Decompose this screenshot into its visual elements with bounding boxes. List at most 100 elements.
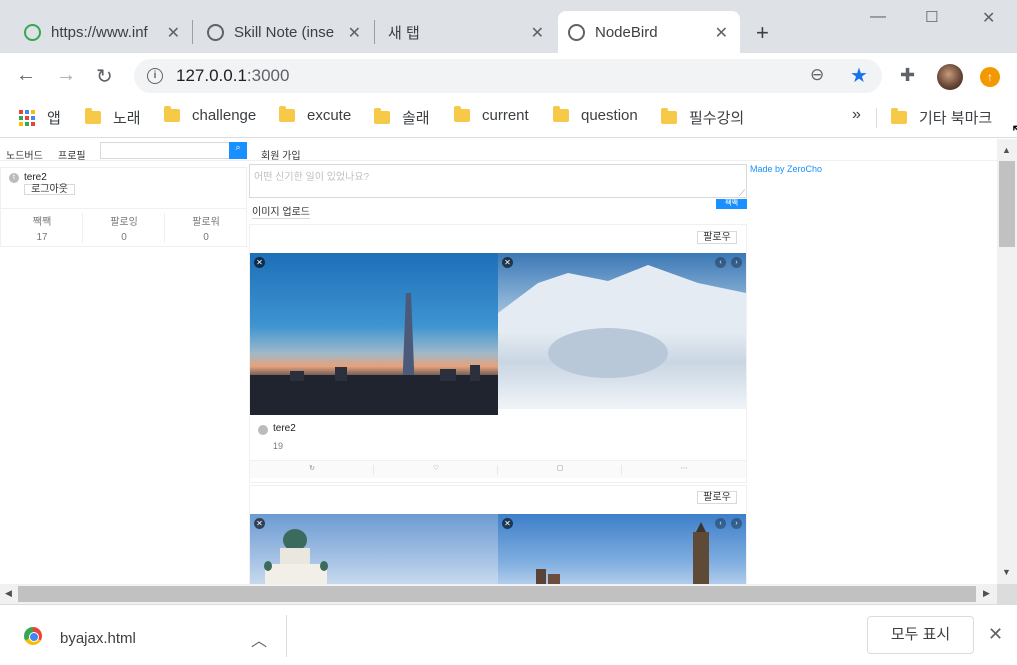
stat-label: 짹짹 xyxy=(32,217,52,228)
scrollbar-thumb[interactable] xyxy=(999,161,1015,247)
menu-item-signup[interactable]: 회원 가입 xyxy=(261,147,301,162)
stat-tweets: 짹짹 17 xyxy=(1,209,83,247)
chevron-up-icon[interactable]: ︿ xyxy=(251,627,267,651)
search-input[interactable] xyxy=(100,142,230,159)
follow-button[interactable]: 팔로우 xyxy=(697,231,737,244)
bookmark-folder[interactable]: challenge xyxy=(164,106,256,124)
search-icon[interactable]: ⌕ xyxy=(229,142,247,159)
download-shelf: byajax.html ︿ 모두 표시 ✕ xyxy=(0,604,1017,665)
post-textarea[interactable]: 어떤 신기한 일이 있었나요? xyxy=(249,164,747,198)
stat-label: 팔로워 xyxy=(192,217,220,228)
cathedral-illustration xyxy=(264,529,328,584)
url-text[interactable]: 127.0.0.1:3000 xyxy=(176,66,289,86)
tab-separator xyxy=(192,20,193,44)
bookmark-apps[interactable]: 앱 xyxy=(19,107,61,128)
chevron-left-icon[interactable]: ‹ xyxy=(715,518,726,529)
forward-arrow-icon[interactable]: → xyxy=(56,64,76,87)
bookmark-star-icon[interactable]: ★ xyxy=(850,63,868,88)
maximize-icon[interactable]: ☐ xyxy=(925,8,938,26)
address-bar[interactable]: i 127.0.0.1:3000 ⊖ ★ xyxy=(134,59,882,93)
snow-mountain-illustration xyxy=(498,265,746,378)
scroll-right-arrow-icon[interactable]: ▶ xyxy=(983,588,990,599)
chrome-file-icon xyxy=(24,627,42,645)
extensions-puzzle-icon[interactable]: ✚ xyxy=(900,65,915,86)
logout-button[interactable]: 로그아웃 xyxy=(24,184,75,195)
show-all-button[interactable]: 모두 표시 xyxy=(867,616,974,654)
image-close-icon[interactable]: ✕ xyxy=(254,518,265,529)
close-icon[interactable]: ✕ xyxy=(167,23,180,43)
bookmark-folder[interactable]: 필수강의 xyxy=(661,107,744,128)
minimize-icon[interactable]: — xyxy=(870,8,886,26)
post-image[interactable]: ✕ xyxy=(250,253,498,415)
download-file-name[interactable]: byajax.html xyxy=(60,630,136,647)
follow-button[interactable]: 팔로우 xyxy=(697,491,737,504)
horizontal-scrollbar[interactable]: ◀ ▶ xyxy=(0,584,997,604)
scroll-down-arrow-icon[interactable]: ▼ xyxy=(1002,567,1011,577)
bookmark-folder[interactable]: current xyxy=(454,106,529,124)
image-close-icon[interactable]: ✕ xyxy=(254,257,265,268)
bookmarks-separator xyxy=(876,108,877,128)
new-tab-plus-icon[interactable]: + xyxy=(756,20,769,46)
info-icon[interactable]: i xyxy=(147,68,163,84)
close-icon[interactable]: ✕ xyxy=(988,624,1003,645)
ellipsis-icon[interactable]: ⋯ xyxy=(622,464,746,472)
bookmark-other[interactable]: 기타 북마크 xyxy=(891,107,992,128)
profile-avatar[interactable] xyxy=(937,64,963,90)
post-image[interactable]: ✕ ‹ › xyxy=(498,514,746,584)
retweet-icon[interactable]: ↻ xyxy=(250,464,374,472)
tab-inflearn[interactable]: https://www.inf ✕ xyxy=(14,11,192,53)
made-by-link[interactable]: Made by ZeroCho xyxy=(750,164,822,174)
bookmark-folder[interactable]: question xyxy=(553,106,638,124)
post-content: 19 xyxy=(273,441,284,451)
tab-nodebird[interactable]: NodeBird ✕ xyxy=(558,11,740,53)
close-icon[interactable]: ✕ xyxy=(348,23,361,43)
post-card: 팔로우 ✕ ✕ ‹ › tere2 19 ↻ ♡ ▢ ⋯ xyxy=(249,224,747,483)
folder-icon xyxy=(661,108,677,124)
window-close-icon[interactable]: ✕ xyxy=(982,8,995,28)
chevron-right-icon[interactable]: › xyxy=(731,518,742,529)
image-upload-button[interactable]: 이미지 업로드 xyxy=(252,203,310,219)
post-image[interactable]: ✕ xyxy=(250,514,498,584)
tab-strip: https://www.inf ✕ Skill Note (inse ✕ 새 탭… xyxy=(0,0,1017,53)
stat-value: 0 xyxy=(121,232,127,243)
tab-new-tab[interactable]: 새 탭 ✕ xyxy=(378,11,556,53)
tweet-submit-button[interactable]: 짹짹 xyxy=(716,199,747,209)
back-arrow-icon[interactable]: ← xyxy=(16,64,36,87)
user-name: tere2 xyxy=(24,172,47,183)
image-close-icon[interactable]: ✕ xyxy=(502,257,513,268)
chevron-left-icon[interactable]: ‹ xyxy=(715,257,726,268)
image-close-icon[interactable]: ✕ xyxy=(502,518,513,529)
bookmarks-more-icon[interactable]: » xyxy=(852,106,861,124)
bookmark-label: 필수강의 xyxy=(689,110,745,127)
comment-icon[interactable]: ▢ xyxy=(498,464,622,472)
scroll-up-arrow-icon[interactable]: ▲ xyxy=(1002,145,1011,155)
bookmark-folder[interactable]: excute xyxy=(279,106,352,124)
post-image[interactable]: ✕ ‹ › xyxy=(498,253,746,409)
menu-item-nodebird[interactable]: 노드버드 xyxy=(6,147,43,162)
bookmark-label: excute xyxy=(307,107,352,124)
reload-icon[interactable]: ↻ xyxy=(96,64,113,89)
post-actions: ↻ ♡ ▢ ⋯ xyxy=(250,460,746,478)
tab-skill-note[interactable]: Skill Note (inse ✕ xyxy=(197,11,373,53)
vertical-scrollbar[interactable]: ▲ ▼ xyxy=(997,139,1017,584)
bookmark-folder[interactable]: 솔래 xyxy=(374,107,430,128)
update-icon[interactable]: ↑ xyxy=(980,67,1000,87)
bookmark-label: 노래 xyxy=(113,110,141,127)
chevron-right-icon[interactable]: › xyxy=(731,257,742,268)
folder-icon xyxy=(85,108,101,124)
resize-grip-icon[interactable]: ⟋ xyxy=(739,188,745,199)
close-icon[interactable]: ✕ xyxy=(715,23,728,43)
tab-title: 새 탭 xyxy=(388,24,420,42)
menu-item-profile[interactable]: 프로필 xyxy=(58,147,86,162)
inflearn-favicon-icon xyxy=(24,23,41,41)
bookmark-folder[interactable]: 노래 xyxy=(85,107,141,128)
tab-title: Skill Note (inse xyxy=(234,23,335,41)
download-separator xyxy=(286,615,287,657)
heart-icon[interactable]: ♡ xyxy=(374,464,498,472)
close-icon[interactable]: ✕ xyxy=(531,23,544,43)
zoom-icon[interactable]: ⊖ xyxy=(810,65,824,85)
scroll-left-arrow-icon[interactable]: ◀ xyxy=(5,588,12,599)
globe-icon xyxy=(568,23,585,41)
folder-icon xyxy=(374,108,390,124)
scrollbar-thumb[interactable] xyxy=(18,586,976,602)
